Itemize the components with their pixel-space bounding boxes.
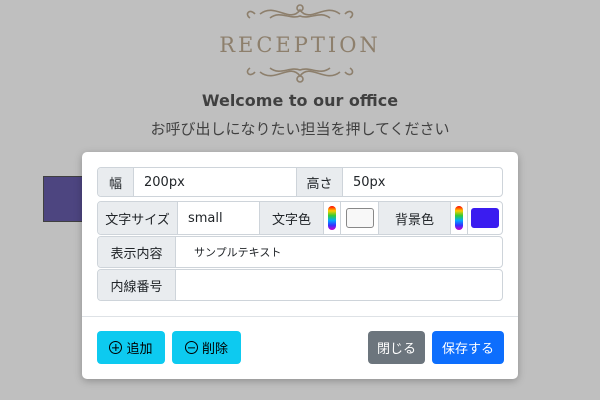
content-row: 表示内容 サンプルテキスト [97,236,503,268]
extension-input[interactable] [176,270,502,300]
width-label: 幅 [98,168,134,196]
edit-button-modal: 幅 200px 高さ 50px 文字サイズ small 文字色 背景色 表示内容… [82,152,518,379]
add-button-label: 追加 [126,342,153,357]
bg-color-swatch-cell[interactable] [468,202,502,234]
bg-color-wheel-icon[interactable] [451,202,468,234]
width-input[interactable]: 200px [134,168,297,196]
delete-button[interactable]: 削除 [172,331,241,364]
content-input[interactable]: サンプルテキスト [176,237,502,267]
size-row: 幅 200px 高さ 50px [97,167,503,197]
font-size-label: 文字サイズ [98,202,178,234]
extension-label: 内線番号 [98,270,176,300]
height-input[interactable]: 50px [343,168,502,196]
extension-row: 内線番号 [97,269,503,301]
add-button[interactable]: 追加 [97,331,165,364]
text-color-swatch[interactable] [345,208,374,228]
height-label: 高さ [297,168,343,196]
close-button[interactable]: 閉じる [368,331,425,364]
text-color-wheel-icon[interactable] [324,202,341,234]
save-button[interactable]: 保存する [432,331,504,364]
text-color-swatch-cell[interactable] [341,202,379,234]
plus-circle-icon [109,341,123,354]
delete-button-label: 削除 [201,342,228,357]
font-size-input[interactable]: small [178,202,260,234]
bg-color-label: 背景色 [379,202,451,234]
bg-color-swatch[interactable] [471,208,499,228]
style-row: 文字サイズ small 文字色 背景色 [97,201,503,235]
minus-circle-icon [184,341,198,354]
text-color-label: 文字色 [260,202,324,234]
modal-footer-divider [82,316,518,317]
content-label: 表示内容 [98,237,176,267]
